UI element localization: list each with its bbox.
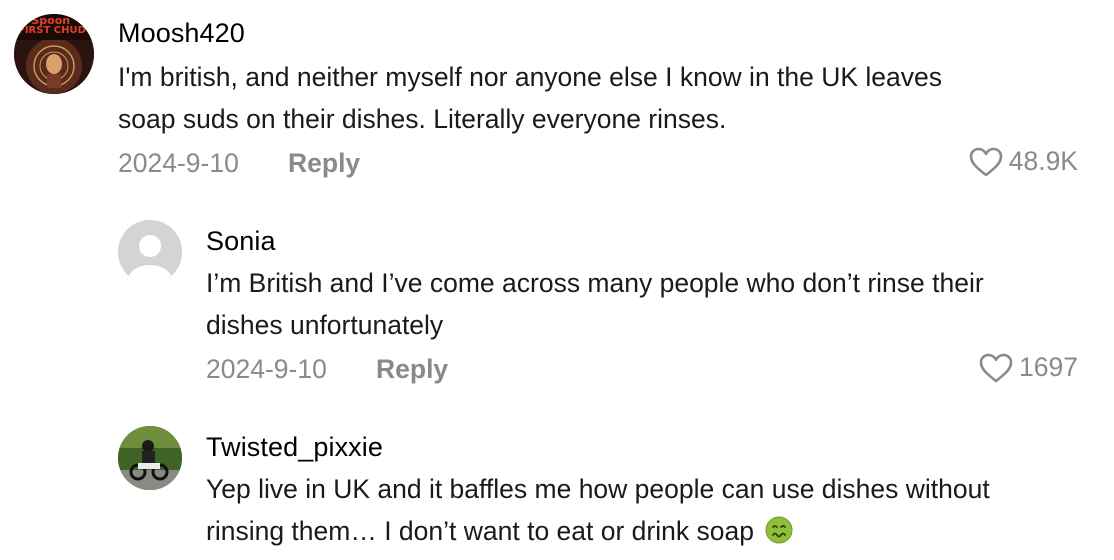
comment-text-line: rinsing them… I don’t want to eat or dri… [206, 510, 1106, 552]
comment-text-line: Yep live in UK and it baffles me how peo… [206, 474, 990, 504]
avatar[interactable] [118, 426, 182, 490]
avatar[interactable]: ll Spoon FIRST CHUD [14, 14, 94, 94]
comments-panel: ll Spoon FIRST CHUD Moosh420 I'm british… [0, 0, 1114, 560]
reply-comment-item: Twisted_pixxie Yep live in UK and it baf… [0, 410, 1114, 560]
comment-text: Yep live in UK and it baffles me how peo… [206, 468, 1106, 552]
comment-text-line: I'm british, and neither myself nor anyo… [118, 62, 943, 92]
like-count: 48.9K [1008, 146, 1078, 176]
comment-text: I’m British and I’ve come across many pe… [206, 262, 1096, 346]
username[interactable]: Twisted_pixxie [206, 432, 383, 463]
like-count: 1697 [1019, 352, 1078, 382]
comment-date: 2024-9-10 [118, 148, 239, 178]
nauseated-face-icon [765, 516, 793, 544]
comment-text-segment: rinsing them… I don’t want to eat or dri… [206, 516, 754, 546]
comment-date: 2024-9-10 [206, 354, 327, 384]
reply-button[interactable]: Reply [376, 354, 448, 385]
comment-text-line: dishes unfortunately [206, 310, 444, 340]
comment-text-line: I’m British and I’ve come across many pe… [206, 268, 984, 298]
reply-button[interactable]: Reply [288, 148, 360, 179]
default-avatar-icon [118, 220, 182, 284]
avatar-text-bottom: FIRST CHUD [18, 25, 86, 36]
avatar[interactable] [118, 220, 182, 284]
avatar-image [118, 426, 182, 490]
username[interactable]: Moosh420 [118, 18, 245, 49]
like-button[interactable]: 1697 [979, 352, 1078, 383]
reply-comment-item: Sonia I’m British and I’ve come across m… [0, 200, 1114, 410]
heart-icon [979, 353, 1013, 382]
comment-item: ll Spoon FIRST CHUD Moosh420 I'm british… [0, 0, 1114, 200]
comment-text-line: soap suds on their dishes. Literally eve… [118, 104, 727, 134]
username[interactable]: Sonia [206, 226, 276, 257]
comment-text: I'm british, and neither myself nor anyo… [118, 56, 1098, 140]
heart-icon [969, 147, 1003, 176]
like-button[interactable]: 48.9K [969, 146, 1078, 177]
